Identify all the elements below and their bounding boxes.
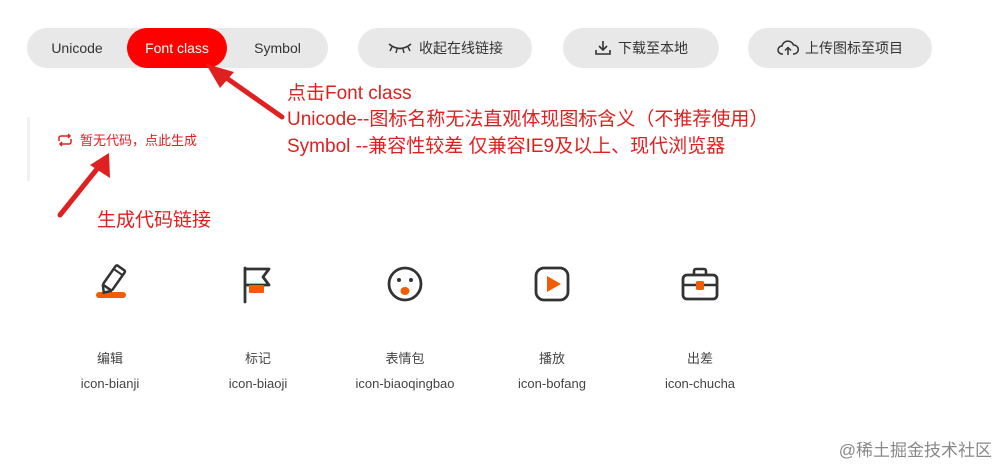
icon-class: icon-biaoji (228, 376, 288, 391)
icon-name: 标记 (244, 351, 271, 366)
icon-card-biaoji[interactable]: 标记 icon-biaoji (184, 262, 332, 391)
icon-class: icon-chucha (664, 376, 736, 391)
icon-name: 出差 (686, 351, 713, 366)
flag-icon (243, 266, 271, 304)
annotation-arrows (57, 64, 285, 218)
emoji-icon (387, 266, 423, 302)
icon-card-biaoqingbao[interactable]: 表情包 icon-biaoqingbao (331, 262, 479, 391)
pencil-icon (96, 264, 127, 298)
icon-card-chucha[interactable]: 出差 icon-chucha (626, 262, 774, 391)
icon-name: 表情包 (385, 351, 425, 366)
play-icon (534, 266, 570, 302)
icon-card-bianji[interactable]: 编辑 icon-bianji (36, 262, 184, 391)
watermark: @稀土掘金技术社区 (838, 441, 992, 460)
icon-class: icon-bofang (518, 376, 586, 391)
arrow-to-font-class-head (206, 64, 234, 88)
briefcase-icon (681, 267, 719, 301)
icon-class: icon-biaoqingbao (355, 376, 455, 391)
icon-name: 编辑 (96, 351, 123, 366)
icon-name: 播放 (538, 351, 565, 366)
arrow-to-generate-link (57, 161, 104, 218)
icon-card-bofang[interactable]: 播放 icon-bofang (478, 262, 626, 391)
icon-class: icon-bianji (80, 376, 140, 391)
